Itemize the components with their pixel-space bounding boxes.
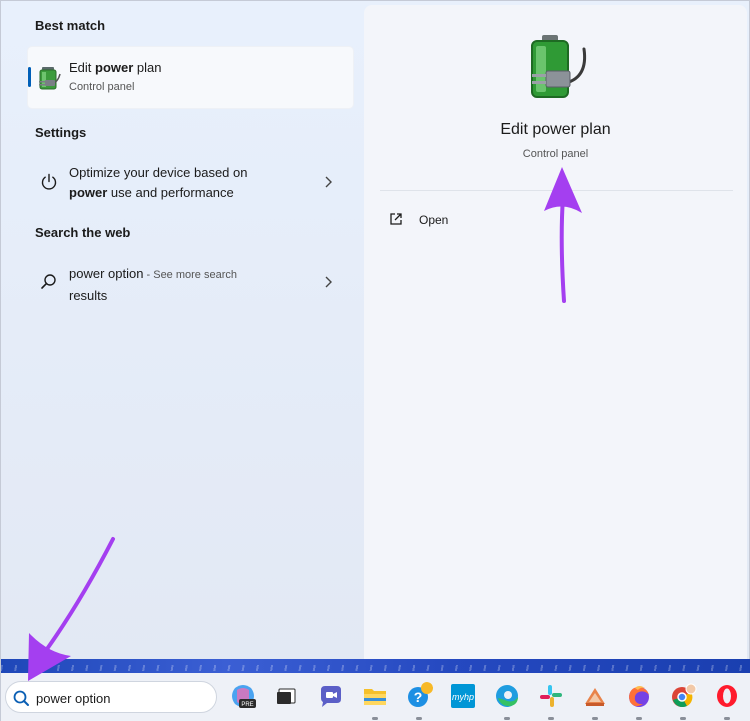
settings-result-line2: power use and performance <box>69 185 234 200</box>
web-search-line1: power option - See more search <box>69 266 237 281</box>
settings-header: Settings <box>35 125 87 140</box>
settings-result[interactable]: Optimize your device based on power use … <box>28 161 353 207</box>
running-indicator <box>592 717 598 720</box>
best-match-result[interactable]: Edit power plan Control panel <box>28 47 353 108</box>
search-icon <box>13 690 29 706</box>
result-preview-panel: Edit power plan Control panel Open <box>364 5 747 659</box>
power-icon <box>41 173 57 190</box>
copilot-pre-icon[interactable]: PRE <box>229 682 257 710</box>
opera-icon[interactable] <box>713 682 741 710</box>
running-indicator <box>416 717 422 720</box>
best-match-title: Edit power plan <box>69 60 162 75</box>
search-web-header: Search the web <box>35 225 131 240</box>
get-help-icon[interactable]: ? <box>405 682 433 710</box>
power-plan-icon <box>39 67 61 90</box>
start-search-window: Best match Edit power plan Control panel… <box>0 0 750 721</box>
running-indicator <box>680 717 686 720</box>
web-search-result[interactable]: power option - See more search results <box>28 263 353 303</box>
selection-indicator <box>28 67 31 87</box>
myhp-icon[interactable]: myhp <box>449 682 477 710</box>
running-indicator <box>724 717 730 720</box>
pre-badge: PRE <box>241 702 253 708</box>
open-external-icon <box>390 213 402 225</box>
firefox-icon[interactable] <box>625 682 653 710</box>
teams-chat-icon[interactable] <box>317 682 345 710</box>
chevron-right-icon <box>325 276 332 288</box>
web-search-line2: results <box>69 288 108 303</box>
chrome-icon[interactable] <box>669 682 697 710</box>
settings-result-line1: Optimize your device based on <box>69 165 248 180</box>
svg-text:?: ? <box>414 689 423 705</box>
running-indicator <box>372 717 378 720</box>
search-results-panel: Best match Edit power plan Control panel… <box>1 1 363 659</box>
preview-title: Edit power plan <box>500 121 611 138</box>
open-button[interactable]: Open <box>388 209 538 231</box>
app-unknown-icon[interactable] <box>581 682 609 710</box>
myhp-label: myhp <box>452 692 474 702</box>
open-label: Open <box>419 213 449 227</box>
taskbar: PRE ? myhp <box>1 673 750 721</box>
power-plan-large-icon <box>531 35 587 98</box>
search-icon <box>41 274 56 289</box>
file-explorer-icon[interactable] <box>361 682 389 710</box>
chevron-right-icon <box>325 176 332 188</box>
edge-icon[interactable] <box>493 682 521 710</box>
taskbar-search-box[interactable] <box>5 681 217 713</box>
best-match-header: Best match <box>35 18 106 33</box>
divider <box>380 190 733 191</box>
running-indicator <box>504 717 510 720</box>
task-view-icon[interactable] <box>273 682 301 710</box>
search-input[interactable] <box>36 688 206 708</box>
running-indicator <box>548 717 554 720</box>
preview-subtitle: Control panel <box>522 148 589 160</box>
slack-icon[interactable] <box>537 682 565 710</box>
best-match-subtitle: Control panel <box>69 81 135 93</box>
running-indicator <box>636 717 642 720</box>
